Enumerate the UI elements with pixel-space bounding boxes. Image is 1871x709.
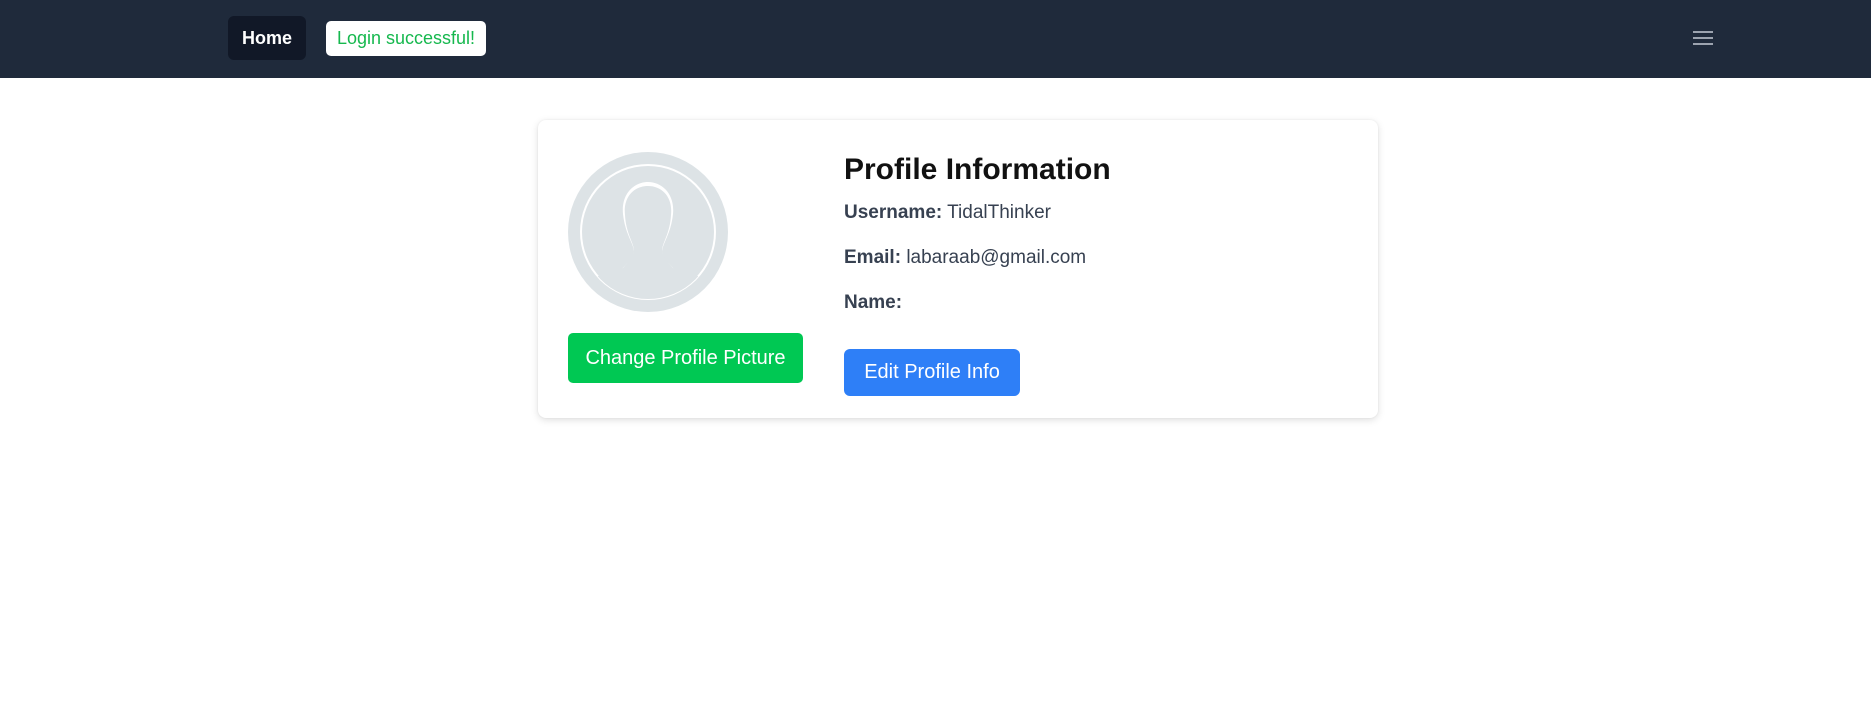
name-label: Name:: [844, 292, 903, 313]
home-button[interactable]: Home: [228, 16, 306, 60]
email-label: Email:: [844, 247, 902, 268]
username-row: Username: TidalThinker: [844, 200, 1051, 226]
profile-card: Change Profile Picture Profile Informati…: [538, 120, 1378, 418]
username-label: Username:: [844, 202, 943, 223]
profile-info-section: Profile Information Username: TidalThink…: [844, 148, 1354, 313]
default-user-avatar-icon: [568, 152, 728, 312]
change-profile-picture-button[interactable]: Change Profile Picture: [568, 333, 803, 383]
top-navbar: Home Login successful!: [0, 0, 1871, 78]
hamburger-menu-icon[interactable]: [1690, 27, 1716, 49]
login-success-toast: Login successful!: [326, 21, 486, 56]
name-row: Name:: [844, 290, 902, 316]
username-value: TidalThinker: [947, 202, 1051, 223]
email-row: Email: labaraab@gmail.com: [844, 245, 1086, 271]
email-value: labaraab@gmail.com: [906, 247, 1087, 268]
edit-profile-info-button[interactable]: Edit Profile Info: [844, 349, 1020, 396]
profile-title: Profile Information: [844, 153, 1111, 186]
